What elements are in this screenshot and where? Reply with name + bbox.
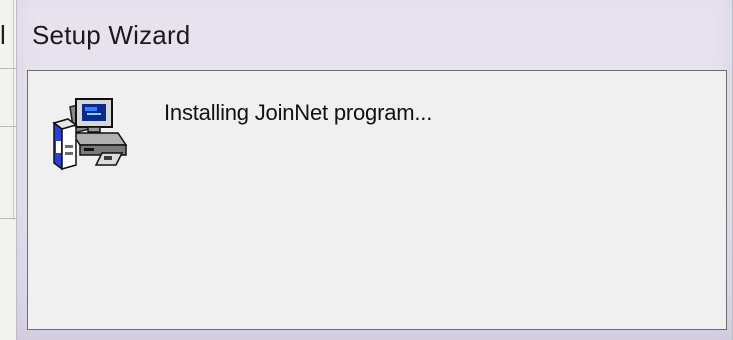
background-divider [13, 0, 14, 220]
setup-installer-icon [52, 98, 128, 171]
dialog-content: Installing JoinNet program... [27, 70, 727, 330]
setup-wizard-window: Setup Wizard Installing JoinNet program.… [16, 0, 733, 340]
background-title-fragment: l [0, 20, 6, 50]
window-title: Setup Wizard [32, 20, 191, 50]
title-bar[interactable]: Setup Wizard [17, 0, 732, 70]
status-message: Installing JoinNet program... [164, 100, 433, 125]
